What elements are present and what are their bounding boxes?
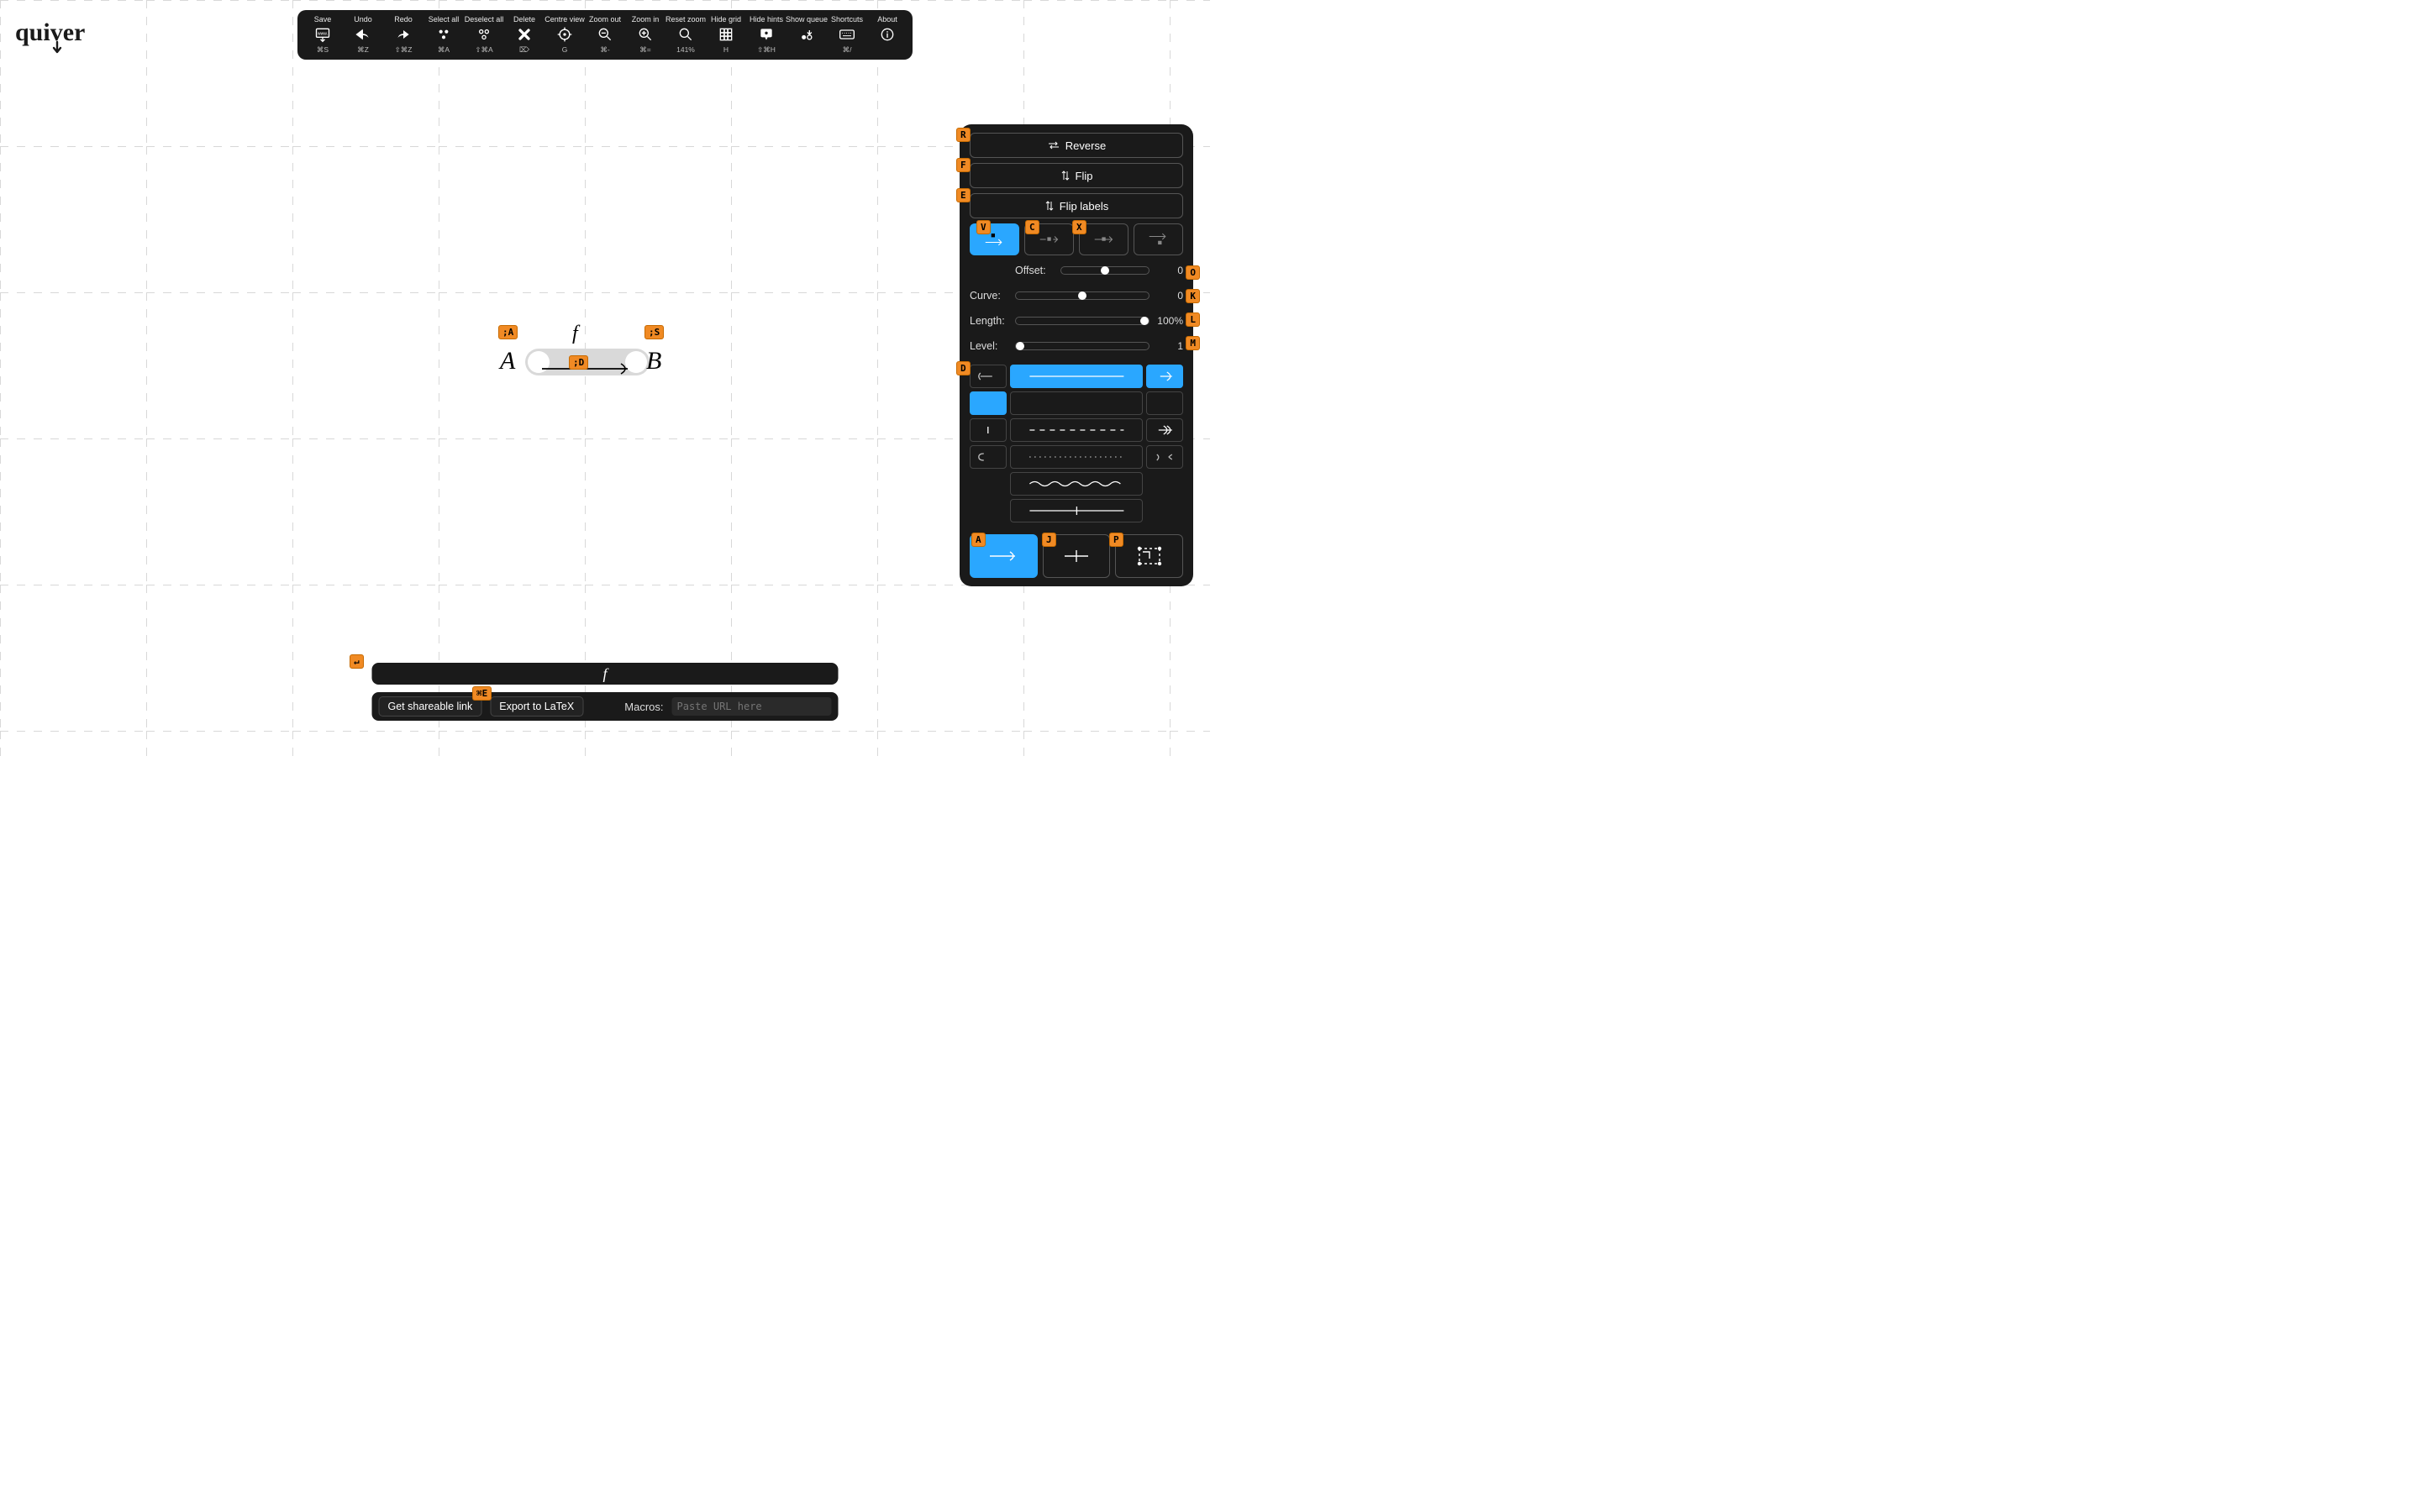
hint-edge-f: ;D — [569, 355, 588, 370]
hint-node-b: ;S — [644, 325, 664, 339]
toolbar-zoom-out[interactable]: Zoom out ⌘- — [585, 13, 625, 56]
body-barred[interactable] — [1010, 499, 1143, 522]
toolbar-redo[interactable]: Redo ⇧⌘Z — [383, 13, 424, 56]
offset-slider[interactable]: Offset: 0 — [970, 260, 1183, 281]
svg-text:www.: www. — [318, 31, 328, 36]
label-input[interactable]: f — [372, 663, 839, 685]
centre-view-icon — [556, 25, 573, 44]
hint-curve: K — [1186, 289, 1200, 303]
length-slider[interactable]: Length: 100% — [970, 311, 1183, 331]
toolbar-reset-zoom[interactable]: Reset zoom 141% — [666, 13, 706, 56]
flip-labels-button[interactable]: Flip labels — [970, 193, 1183, 218]
level-slider[interactable]: Level: 1 — [970, 336, 1183, 356]
body-none[interactable] — [1010, 391, 1143, 415]
save-icon: www. — [314, 25, 331, 44]
flip-icon — [1060, 170, 1071, 181]
tail-hook[interactable] — [970, 365, 1007, 388]
reset-zoom-icon — [677, 25, 694, 44]
about-icon — [879, 25, 896, 44]
hint-node-a: ;A — [498, 325, 518, 339]
toolbar-hide-hints[interactable]: Hide hints ⇧⌘H — [746, 13, 786, 56]
undo-icon — [355, 25, 371, 44]
label-input-value: f — [602, 665, 607, 683]
hint-label-input: ↵ — [350, 654, 364, 669]
hint-flip: F — [956, 158, 971, 172]
toolbar-zoom-in[interactable]: Zoom in ⌘= — [625, 13, 666, 56]
head-double[interactable] — [1146, 418, 1183, 442]
edge-f-label[interactable]: f — [572, 323, 578, 345]
hint-kind-adjunction: J — [1042, 533, 1056, 547]
flip-button[interactable]: Flip — [970, 163, 1183, 188]
hint-reverse: R — [956, 128, 971, 142]
deselect-all-icon — [476, 25, 492, 44]
toolbar-show-queue[interactable]: Show queue — [786, 13, 827, 56]
hint-export: ⌘E — [472, 686, 492, 701]
macros-input[interactable] — [672, 697, 832, 716]
hint-kind-pullback: P — [1109, 533, 1123, 547]
tail-hook-down[interactable] — [970, 445, 1007, 469]
toolbar: Save www. ⌘S Undo ⌘Z Redo ⇧⌘Z Select all… — [297, 10, 913, 60]
macros-label: Macros: — [624, 701, 663, 713]
delete-icon — [516, 25, 533, 44]
toolbar-deselect-all[interactable]: Deselect all ⇧⌘A — [464, 13, 504, 56]
shortcuts-icon — [839, 25, 855, 44]
node-a[interactable]: A — [500, 347, 515, 375]
toolbar-undo[interactable]: Undo ⌘Z — [343, 13, 383, 56]
toolbar-delete[interactable]: Delete ⌦ — [504, 13, 544, 56]
toolbar-shortcuts[interactable]: Shortcuts ⌘/ — [827, 13, 867, 56]
hint-kind-arrow: A — [971, 533, 986, 547]
bottom-bar: Get shareable link Export to LaTeX Macro… — [372, 692, 839, 721]
hint-label-pos-v: V — [976, 220, 991, 234]
body-dashed[interactable] — [1010, 418, 1143, 442]
show-queue-icon — [798, 25, 815, 44]
hint-offset: O — [1186, 265, 1200, 280]
head-arrow[interactable] — [1146, 365, 1183, 388]
hint-flip-labels: E — [956, 188, 971, 202]
flip-labels-icon — [1044, 200, 1055, 212]
hint-level: M — [1186, 336, 1200, 350]
reverse-icon — [1047, 140, 1060, 150]
toolbar-about[interactable]: About — [867, 13, 908, 56]
side-panel: Reverse Flip Flip labels Offset: 0 Curve… — [960, 124, 1193, 586]
label-pos-over[interactable] — [1079, 223, 1128, 255]
reverse-button[interactable]: Reverse — [970, 133, 1183, 158]
body-dotted[interactable] — [1010, 445, 1143, 469]
body-solid[interactable] — [1010, 365, 1143, 388]
node-b[interactable]: B — [646, 347, 661, 375]
hide-hints-icon — [758, 25, 775, 44]
kind-pullback[interactable] — [1115, 534, 1183, 578]
toolbar-select-all[interactable]: Select all ⌘A — [424, 13, 464, 56]
export-latex-button[interactable]: Export to LaTeX — [490, 696, 583, 717]
hint-label-pos-x: X — [1072, 220, 1086, 234]
svg-text:quiver: quiver — [15, 18, 85, 46]
zoom-out-icon — [597, 25, 613, 44]
toolbar-centre-view[interactable]: Centre view G — [544, 13, 585, 56]
hint-style: D — [956, 361, 971, 375]
share-button[interactable]: Get shareable link — [379, 696, 482, 717]
select-all-icon — [435, 25, 452, 44]
head-harpoon[interactable] — [1146, 445, 1183, 469]
tail-bar[interactable] — [970, 418, 1007, 442]
curve-slider[interactable]: Curve: 0 — [970, 286, 1183, 306]
edge-kind-row — [970, 534, 1183, 578]
label-pos-right[interactable] — [1134, 223, 1183, 255]
toolbar-hide-grid[interactable]: Hide grid H — [706, 13, 746, 56]
head-none[interactable] — [1146, 391, 1183, 415]
toolbar-save[interactable]: Save www. ⌘S — [302, 13, 343, 56]
zoom-in-icon — [637, 25, 654, 44]
hide-grid-icon — [718, 25, 734, 44]
hint-label-pos-c: C — [1025, 220, 1039, 234]
hint-length: L — [1186, 312, 1200, 327]
redo-icon — [395, 25, 412, 44]
arrow-style-grid — [970, 365, 1183, 522]
tail-none[interactable] — [970, 391, 1007, 415]
app-logo: quiver — [15, 17, 99, 57]
body-squiggly[interactable] — [1010, 472, 1143, 496]
